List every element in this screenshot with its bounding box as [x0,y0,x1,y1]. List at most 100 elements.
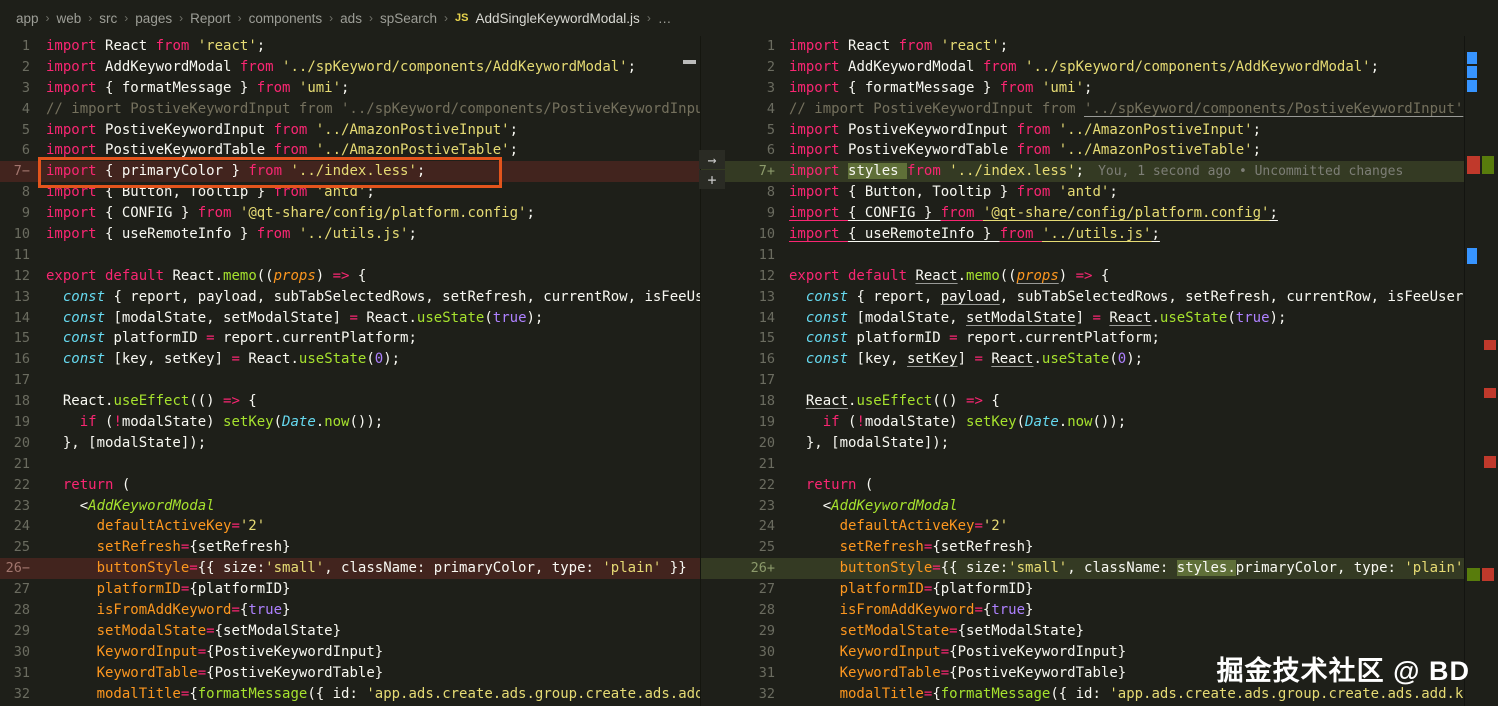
code-line[interactable]: 12 export default React.memo((props) => { [701,266,1464,287]
left-editor-pane[interactable]: 1 import React from 'react'; 2 import AddKe… [0,36,700,706]
line-number[interactable]: 4 [701,99,789,120]
line-number[interactable]: 8 [0,182,46,203]
code-line[interactable]: 18 React.useEffect(() => { [701,391,1464,412]
line-number[interactable]: 6 [0,140,46,161]
code-line[interactable]: 3 import { formatMessage } from 'umi'; [701,78,1464,99]
line-number[interactable]: 29 [0,621,46,642]
line-number[interactable]: 11 [0,245,46,266]
code-line[interactable]: 31 KeywordTable={PostiveKeywordTable} [0,663,700,684]
line-number[interactable]: 21 [701,454,789,475]
line-number[interactable]: 26− [0,558,46,579]
line-number[interactable]: 31 [0,663,46,684]
line-number[interactable]: 28 [0,600,46,621]
code-line[interactable]: 25 setRefresh={setRefresh} [0,537,700,558]
code-line[interactable]: 26− buttonStyle={{ size:'small', classNa… [0,558,700,580]
line-number[interactable]: 2 [701,57,789,78]
code-line[interactable]: 4// import PostiveKeywordInput from '../… [701,99,1464,120]
breadcrumb-filename[interactable]: AddSingleKeywordModal.js [475,11,639,26]
code-line[interactable]: 22 return ( [701,475,1464,496]
line-number[interactable]: 24 [701,516,789,537]
code-line[interactable]: 21 [0,454,700,475]
code-line[interactable]: 1 import React from 'react'; [701,36,1464,57]
code-line[interactable]: 14 const [modalState, setModalState] = R… [701,308,1464,329]
line-number[interactable]: 32 [0,684,46,705]
code-line[interactable]: 15 const platformID = report.currentPlat… [701,328,1464,349]
code-line[interactable]: 16 const [key, setKey] = React.useState(… [0,349,700,370]
line-number[interactable]: 17 [701,370,789,391]
line-number[interactable]: 14 [0,308,46,329]
line-number[interactable]: 16 [701,349,789,370]
line-number[interactable]: 19 [0,412,46,433]
code-line[interactable]: 20 }, [modalState]); [701,433,1464,454]
line-number[interactable]: 5 [0,120,46,141]
code-line[interactable]: 24 defaultActiveKey='2' [701,516,1464,537]
code-line[interactable]: 11 [0,245,700,266]
breadcrumb-item[interactable]: ads [340,11,362,26]
code-line[interactable]: 5 import PostiveKeywordInput from '../Ama… [0,120,700,141]
code-line[interactable]: 20 }, [modalState]); [0,433,700,454]
code-line[interactable]: 28 isFromAddKeyword={true} [0,600,700,621]
line-number[interactable]: 25 [701,537,789,558]
breadcrumb-item[interactable]: web [57,11,82,26]
breadcrumb-more[interactable]: … [658,11,672,26]
line-number[interactable]: 31 [701,663,789,684]
breadcrumb-item[interactable]: src [99,11,117,26]
line-number[interactable]: 2 [0,57,46,78]
revert-change-arrow-icon[interactable]: → [699,150,725,169]
code-line[interactable]: 21 [701,454,1464,475]
line-number[interactable]: 18 [701,391,789,412]
line-number[interactable]: 1 [0,36,46,57]
code-line[interactable]: 10 import { useRemoteInfo } from '../util… [701,224,1464,245]
breadcrumb-item[interactable]: components [249,11,323,26]
line-number[interactable]: 13 [0,287,46,308]
code-line[interactable]: 8 import { Button, Tooltip } from 'antd'; [701,182,1464,203]
line-number[interactable]: 23 [0,496,46,517]
code-line[interactable]: 19 if (!modalState) setKey(Date.now()); [701,412,1464,433]
line-number[interactable]: 28 [701,600,789,621]
code-line[interactable]: 29 setModalState={setModalState} [701,621,1464,642]
line-number[interactable]: 32 [701,684,789,705]
line-number[interactable]: 1 [701,36,789,57]
code-line[interactable]: 6 import PostiveKeywordTable from '../Ama… [0,140,700,161]
breadcrumb-item[interactable]: app [16,11,39,26]
code-line[interactable]: 24 defaultActiveKey='2' [0,516,700,537]
code-line[interactable]: 4// import PostiveKeywordInput from '../… [0,99,700,120]
code-line[interactable]: 17 [0,370,700,391]
line-number[interactable]: 20 [701,433,789,454]
code-line[interactable]: 26+ buttonStyle={{ size:'small', classNa… [701,558,1464,580]
line-number[interactable]: 15 [0,328,46,349]
code-line[interactable]: 12 export default React.memo((props) => { [0,266,700,287]
line-number[interactable]: 7− [0,161,46,182]
code-line[interactable]: 9 import { CONFIG } from '@qt-share/confi… [0,203,700,224]
overview-ruler[interactable] [1464,36,1498,706]
breadcrumb-item[interactable]: Report [190,11,231,26]
code-line[interactable]: 7+ import styles from '../index.less'; You… [701,161,1464,183]
code-line[interactable]: 32 modalTitle={formatMessage({ id: 'app.… [0,684,700,705]
code-line[interactable]: 13 const { report, payload, subTabSelect… [0,287,700,308]
code-line[interactable]: 7− import { primaryColor } from '../index… [0,161,700,183]
line-number[interactable]: 29 [701,621,789,642]
line-number[interactable]: 17 [0,370,46,391]
line-number[interactable]: 22 [701,475,789,496]
code-line[interactable]: 2 import AddKeywordModal from '../spKeywo… [701,57,1464,78]
code-line[interactable]: 28 isFromAddKeyword={true} [701,600,1464,621]
breadcrumb-item[interactable]: spSearch [380,11,437,26]
code-line[interactable]: 11 [701,245,1464,266]
line-number[interactable]: 12 [0,266,46,287]
breadcrumb-item[interactable]: pages [135,11,172,26]
code-line[interactable]: 18 React.useEffect(() => { [0,391,700,412]
right-editor-pane[interactable]: 1 import React from 'react'; 2 import AddKe… [700,36,1464,706]
code-line[interactable]: 13 const { report, payload, subTabSelect… [701,287,1464,308]
line-number[interactable]: 10 [0,224,46,245]
code-line[interactable]: 8 import { Button, Tooltip } from 'antd'; [0,182,700,203]
line-number[interactable]: 18 [0,391,46,412]
line-number[interactable]: 21 [0,454,46,475]
code-line[interactable]: 1 import React from 'react'; [0,36,700,57]
code-line[interactable]: 23 <AddKeywordModal [0,496,700,517]
code-line[interactable]: 3 import { formatMessage } from 'umi'; [0,78,700,99]
line-number[interactable]: 30 [701,642,789,663]
code-line[interactable]: 30 KeywordInput={PostiveKeywordInput} [0,642,700,663]
code-line[interactable]: 23 <AddKeywordModal [701,496,1464,517]
line-number[interactable]: 24 [0,516,46,537]
line-number[interactable]: 9 [701,203,789,224]
